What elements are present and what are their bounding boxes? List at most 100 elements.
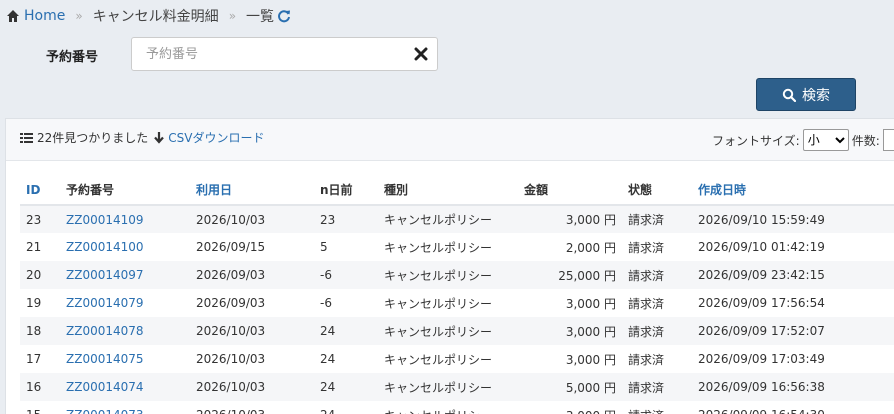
cell-amount: 3,000 円 [518,401,622,414]
col-id[interactable]: ID [20,175,60,206]
cell-status: 請求済 [628,296,665,311]
cell-use-date: 2026/10/03 [190,401,314,414]
cell-reservation-number: ZZ00014109 [60,205,190,233]
csv-download-link[interactable]: CSVダウンロード [168,129,264,146]
cell-use-date: 2026/09/03 [190,261,314,289]
results-header: 22件見つかりました CSVダウンロード フォントサイズ: 小 件数: [6,119,894,161]
cell-created-at: 2026/09/09 16:54:30 [692,401,894,414]
reservation-search-field[interactable] [131,37,438,71]
font-size-select[interactable]: 小 [802,129,849,151]
cell-type: キャンセルポリシー [378,401,518,414]
table-row: 18 ZZ00014078 2026/10/03 24 キャンセルポリシー 3,000 円… [20,317,894,345]
home-icon [7,10,19,22]
col-created-at[interactable]: 作成日時 [692,175,894,206]
table-row: 21 ZZ00014100 2026/09/15 5 キャンセルポリシー 2,000 円請… [20,233,894,261]
cell-id: 17 [26,352,42,366]
col-use-date[interactable]: 利用日 [190,175,314,206]
reservation-link[interactable]: ZZ00014078 [66,324,144,338]
search-button-label: 検索 [802,87,830,104]
cell-status: 請求済 [622,317,692,345]
cell-amount: 3,000 円 [565,296,616,311]
cell-days-before: 5 [320,240,328,254]
cell-reservation-number: ZZ00014078 [60,317,190,345]
cell-created-at: 2026/09/09 16:56:38 [692,373,894,401]
reservation-number-input[interactable] [132,38,392,70]
cell-created-at: 2026/09/09 17:03:49 [698,352,825,366]
reservation-link[interactable]: ZZ00014079 [66,296,144,310]
result-count: 22件見つかりました [37,131,149,145]
reservation-link[interactable]: ZZ00014075 [66,352,144,366]
cell-status: 請求済 [622,373,692,401]
cell-use-date: 2026/10/03 [190,317,314,345]
cell-use-date: 2026/10/03 [196,352,266,366]
results-panel: 22件見つかりました CSVダウンロード フォントサイズ: 小 件数: ID 予… [5,118,894,414]
breadcrumb-separator: » [228,9,237,23]
cell-use-date: 2026/10/03 [190,205,314,233]
cell-status: 請求済 [628,240,665,255]
cell-status: 請求済 [622,401,692,414]
cell-id: 18 [20,317,60,345]
table-row: 17 ZZ00014075 2026/10/03 24 キャンセルポリシー 3,000 円… [20,345,894,373]
cell-use-date: 2026/10/03 [190,373,314,401]
reservation-link[interactable]: ZZ00014074 [66,380,144,394]
col-type: 種別 [378,175,518,206]
cell-created-at: 2026/09/09 17:52:07 [692,317,894,345]
cell-type: キャンセルポリシー [378,261,518,289]
search-button[interactable]: 検索 [756,78,856,111]
cell-type: キャンセルポリシー [384,296,493,311]
count-label: 件数: [851,133,880,148]
results-table: ID 予約番号 利用日 n日前 種別 金額 状態 作成日時 23 ZZ000141… [20,175,894,414]
cell-reservation-number: ZZ00014073 [60,401,190,414]
cell-use-date: 2026/09/03 [196,296,266,310]
search-label: 予約番号 [46,50,99,65]
cell-days-before: 24 [320,352,336,366]
reservation-link[interactable]: ZZ00014109 [66,213,144,227]
reservation-link[interactable]: ZZ00014100 [66,240,144,254]
cell-amount: 3,000 円 [565,352,616,367]
download-icon [154,131,165,144]
cell-status: 請求済 [622,205,692,233]
cell-type: キャンセルポリシー [378,373,518,401]
clear-icon[interactable] [414,47,428,61]
cell-type: キャンセルポリシー [384,352,493,367]
cell-id: 15 [20,401,60,414]
count-select[interactable] [882,129,894,151]
cell-type: キャンセルポリシー [384,240,493,255]
cell-id: 16 [20,373,60,401]
cell-days-before: 24 [314,317,378,345]
breadcrumb-page: キャンセル料金明細 [92,9,219,25]
breadcrumb-home-link[interactable]: Home [24,8,65,24]
cell-amount: 3,000 円 [518,205,622,233]
cell-reservation-number: ZZ00014079 [60,289,190,317]
font-size-label: フォントサイズ: [712,133,800,148]
font-size-control: フォントサイズ: 小 件数: [712,129,894,151]
breadcrumb-current: 一覧 [246,9,275,25]
col-days-before: n日前 [314,175,378,206]
cell-days-before: 23 [314,205,378,233]
refresh-icon[interactable] [277,9,291,23]
cell-reservation-number: ZZ00014074 [60,373,190,401]
cell-type: キャンセルポリシー [378,317,518,345]
table-row: 16 ZZ00014074 2026/10/03 24 キャンセルポリシー 5,000 円… [20,373,894,401]
table-row: 15 ZZ00014073 2026/10/0324キャンセルポリシー3,000 円… [20,401,894,414]
search-icon [782,88,796,102]
reservation-link[interactable]: ZZ00014097 [66,268,144,282]
breadcrumb: Home » キャンセル料金明細 » 一覧 [6,6,291,26]
col-amount: 金額 [518,175,622,206]
cell-amount: 25,000 円 [518,261,622,289]
reservation-link[interactable]: ZZ00014073 [66,408,144,414]
cell-amount: 2,000 円 [565,240,616,255]
col-reservation-number: 予約番号 [60,175,190,206]
cell-days-before: 24 [314,373,378,401]
cell-amount: 5,000 円 [518,373,622,401]
result-info: 22件見つかりました CSVダウンロード [20,129,265,146]
table-row: 20 ZZ00014097 2026/09/03 -6 キャンセルポリシー 25,000 … [20,261,894,289]
cell-created-at: 2026/09/10 15:59:49 [692,205,894,233]
col-status: 状態 [622,175,692,206]
list-icon [20,132,33,143]
cell-created-at: 2026/09/09 23:42:15 [692,261,894,289]
cell-reservation-number: ZZ00014097 [60,261,190,289]
cell-days-before: 24 [314,401,378,414]
cell-created-at: 2026/09/09 17:56:54 [698,296,825,310]
cell-reservation-number: ZZ00014100 [60,233,190,261]
